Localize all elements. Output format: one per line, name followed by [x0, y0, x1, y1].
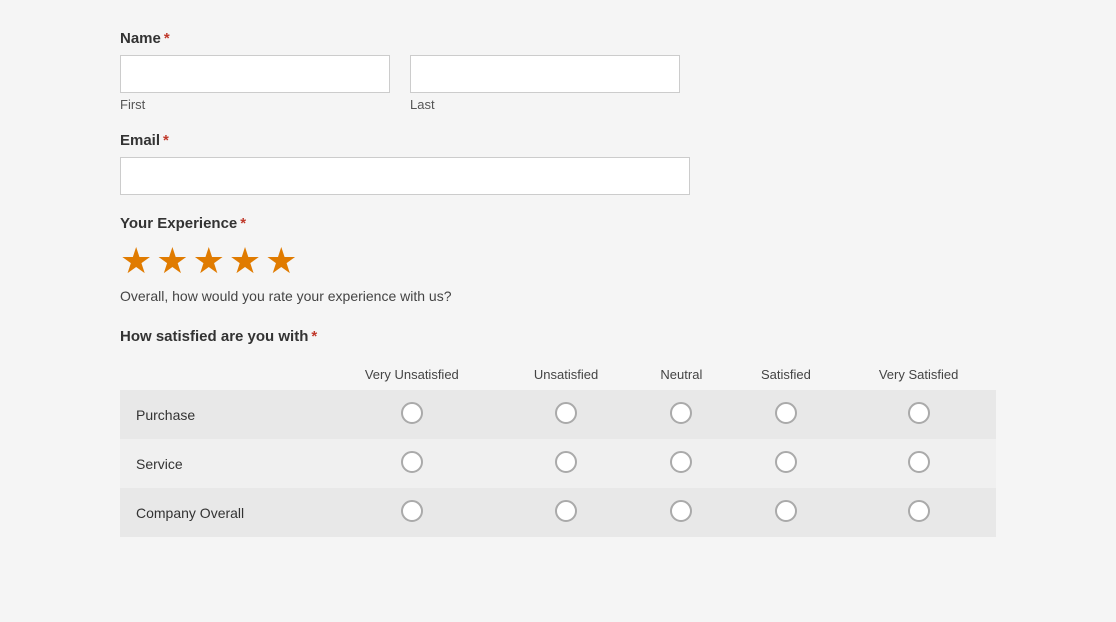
experience-label-text: Your Experience — [120, 215, 237, 232]
radio-2-very-satisfied[interactable] — [908, 500, 930, 522]
stars-row[interactable]: ★ ★ ★ ★ ★ — [120, 240, 996, 282]
radio-1-very-satisfied[interactable] — [908, 451, 930, 473]
cell-0-very-satisfied — [841, 390, 996, 439]
col-header-satisfied: Satisfied — [731, 359, 841, 390]
col-header-very-unsatisfied: Very Unsatisfied — [324, 359, 500, 390]
radio-0-very-unsatisfied[interactable] — [401, 402, 423, 424]
satisfaction-label-text: How satisfied are you with — [120, 328, 308, 345]
col-header-very-satisfied: Very Satisfied — [841, 359, 996, 390]
last-label: Last — [410, 97, 680, 112]
star-3[interactable]: ★ — [193, 240, 225, 282]
cell-1-very-unsatisfied — [324, 439, 500, 488]
table-row: Service — [120, 439, 996, 488]
name-field-group: Name* First Last — [120, 30, 996, 112]
radio-1-unsatisfied[interactable] — [555, 451, 577, 473]
radio-0-unsatisfied[interactable] — [555, 402, 577, 424]
name-inputs-row: First Last — [120, 55, 996, 112]
satisfaction-label: How satisfied are you with* — [120, 328, 996, 345]
row-label-1: Service — [120, 439, 324, 488]
name-label: Name* — [120, 30, 996, 47]
cell-0-satisfied — [731, 390, 841, 439]
cell-1-neutral — [632, 439, 731, 488]
radio-1-satisfied[interactable] — [775, 451, 797, 473]
satisfaction-table: Very Unsatisfied Unsatisfied Neutral Sat… — [120, 359, 996, 537]
col-header-item — [120, 359, 324, 390]
radio-2-unsatisfied[interactable] — [555, 500, 577, 522]
star-2[interactable]: ★ — [156, 240, 188, 282]
experience-description: Overall, how would you rate your experie… — [120, 288, 996, 304]
cell-2-very-unsatisfied — [324, 488, 500, 537]
radio-2-satisfied[interactable] — [775, 500, 797, 522]
cell-2-very-satisfied — [841, 488, 996, 537]
name-required-star: * — [164, 30, 170, 47]
first-name-wrapper: First — [120, 55, 390, 112]
row-label-0: Purchase — [120, 390, 324, 439]
star-4[interactable]: ★ — [229, 240, 261, 282]
name-label-text: Name — [120, 30, 161, 47]
first-name-input[interactable] — [120, 55, 390, 93]
star-1[interactable]: ★ — [120, 240, 152, 282]
form-container: Name* First Last Email* Your Experience*… — [0, 0, 1116, 587]
table-row: Company Overall — [120, 488, 996, 537]
cell-1-very-satisfied — [841, 439, 996, 488]
col-header-unsatisfied: Unsatisfied — [500, 359, 632, 390]
radio-0-neutral[interactable] — [670, 402, 692, 424]
satisfaction-required-star: * — [311, 328, 317, 345]
row-label-2: Company Overall — [120, 488, 324, 537]
cell-1-satisfied — [731, 439, 841, 488]
cell-0-unsatisfied — [500, 390, 632, 439]
email-label-text: Email — [120, 132, 160, 149]
cell-2-neutral — [632, 488, 731, 537]
experience-required-star: * — [240, 215, 246, 232]
radio-1-very-unsatisfied[interactable] — [401, 451, 423, 473]
cell-1-unsatisfied — [500, 439, 632, 488]
email-field-group: Email* — [120, 132, 996, 195]
star-5[interactable]: ★ — [265, 240, 297, 282]
satisfaction-field-group: How satisfied are you with* Very Unsatis… — [120, 328, 996, 537]
radio-2-very-unsatisfied[interactable] — [401, 500, 423, 522]
email-label: Email* — [120, 132, 996, 149]
email-required-star: * — [163, 132, 169, 149]
cell-2-unsatisfied — [500, 488, 632, 537]
col-header-neutral: Neutral — [632, 359, 731, 390]
last-name-wrapper: Last — [410, 55, 680, 112]
experience-field-group: Your Experience* ★ ★ ★ ★ ★ Overall, how … — [120, 215, 996, 304]
last-name-input[interactable] — [410, 55, 680, 93]
experience-label: Your Experience* — [120, 215, 996, 232]
email-input[interactable] — [120, 157, 690, 195]
cell-0-neutral — [632, 390, 731, 439]
radio-0-satisfied[interactable] — [775, 402, 797, 424]
table-row: Purchase — [120, 390, 996, 439]
radio-1-neutral[interactable] — [670, 451, 692, 473]
cell-2-satisfied — [731, 488, 841, 537]
table-header-row: Very Unsatisfied Unsatisfied Neutral Sat… — [120, 359, 996, 390]
cell-0-very-unsatisfied — [324, 390, 500, 439]
radio-0-very-satisfied[interactable] — [908, 402, 930, 424]
first-label: First — [120, 97, 390, 112]
radio-2-neutral[interactable] — [670, 500, 692, 522]
